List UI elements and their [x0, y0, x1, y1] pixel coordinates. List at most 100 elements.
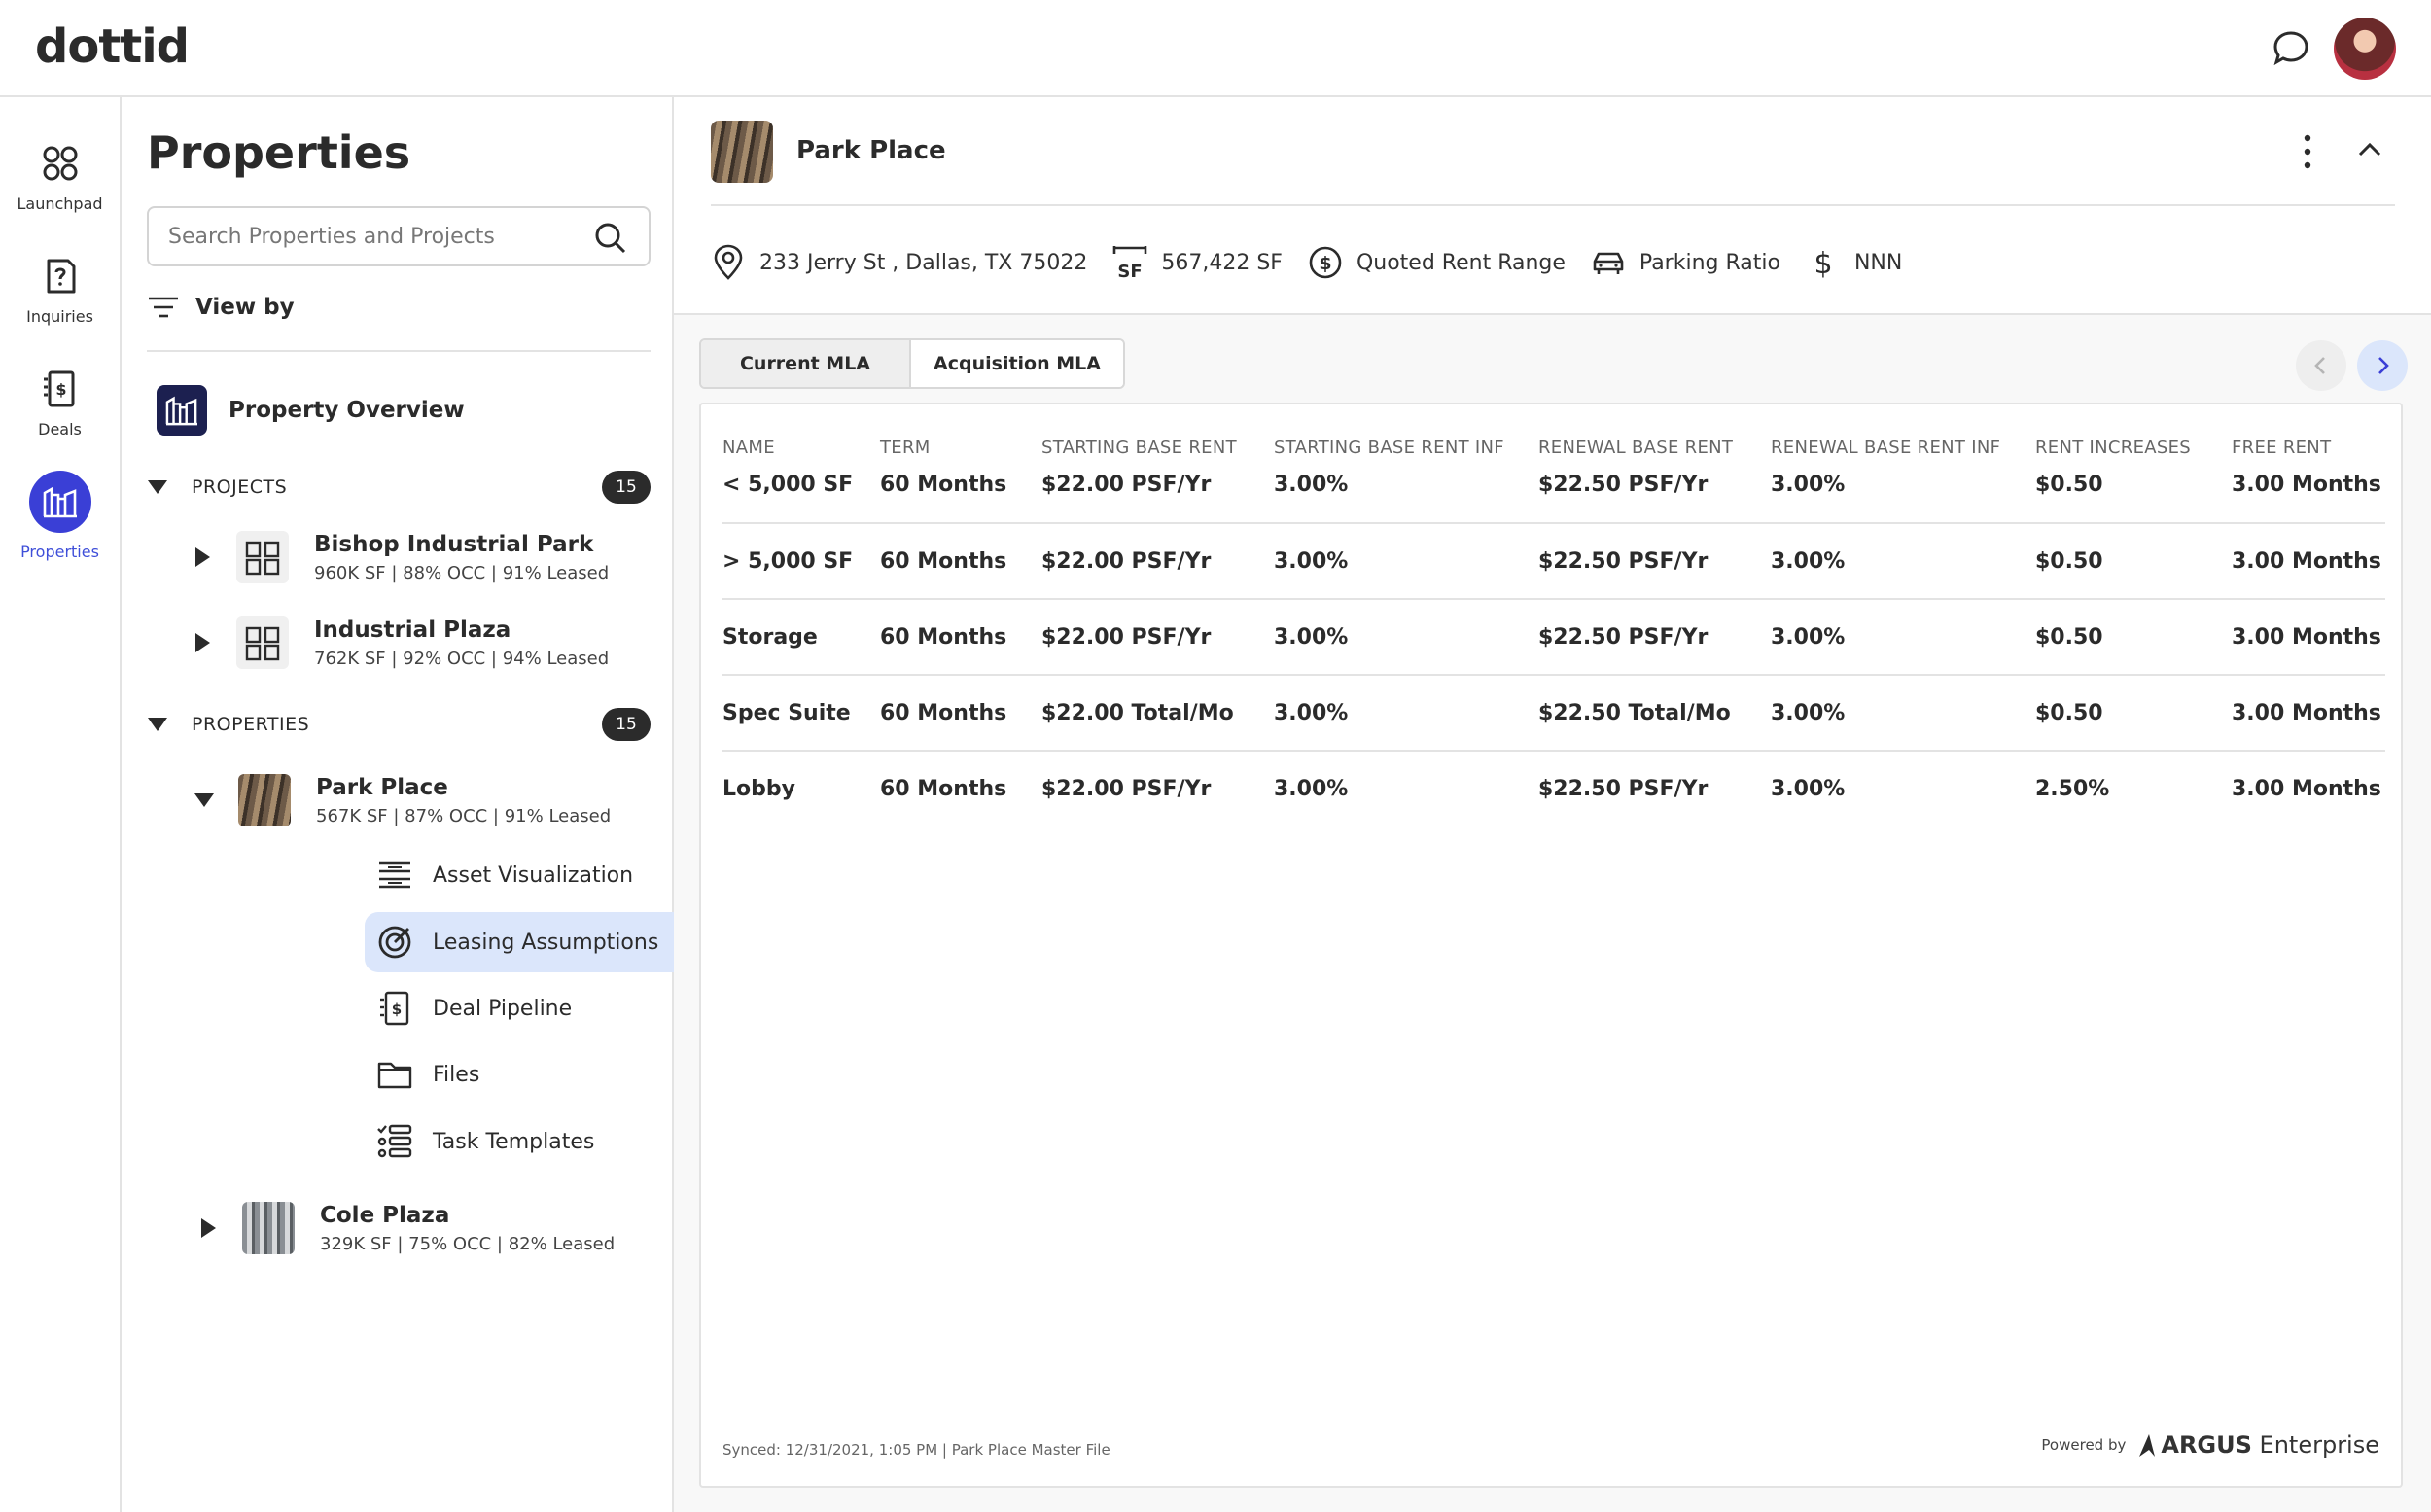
column-header[interactable]: STARTING BASE RENT	[1041, 426, 1274, 469]
table-cell: Spec Suite	[722, 675, 880, 752]
project-industrial-plaza[interactable]: Industrial Plaza 762K SF | 92% OCC | 94%…	[194, 616, 609, 669]
table-cell: 3.00%	[1771, 599, 2035, 676]
project-name: Bishop Industrial Park	[314, 531, 594, 557]
table-row[interactable]: > 5,000 SF 60 Months $22.00 PSF/Yr 3.00%…	[722, 523, 2385, 600]
tab-current-mla[interactable]: Current MLA	[701, 340, 911, 387]
rent-range-text: Quoted Rent Range	[1356, 250, 1566, 275]
checklist-icon	[377, 1124, 412, 1158]
nav-label: Deal Pipeline	[433, 996, 573, 1021]
property-meta: 329K SF | 75% OCC | 82% Leased	[320, 1233, 616, 1254]
dollar-doc-icon: $	[43, 370, 74, 407]
parking-ratio-item: Parking Ratio	[1591, 244, 1780, 281]
property-title: Park Place	[796, 136, 946, 165]
table-cell: 2.50%	[2035, 777, 2110, 801]
table-cell: $0.50	[2035, 599, 2232, 676]
chevron-up-icon[interactable]	[2352, 132, 2387, 167]
table-cell: 3.00%	[1274, 469, 1538, 524]
square-footage-item: SF 567,422 SF	[1112, 244, 1283, 281]
table-cell: 3.00 Months	[2232, 675, 2385, 752]
table-header-row: NAME TERM STARTING BASE RENT STARTING BA…	[722, 426, 2385, 469]
square-footage-icon: SF	[1113, 246, 1147, 281]
table-cell: 60 Months	[880, 777, 1007, 801]
target-icon	[378, 926, 411, 959]
column-header[interactable]: RENEWAL BASE RENT INF	[1771, 426, 2035, 469]
property-cole-plaza[interactable]: Cole Plaza 329K SF | 75% OCC | 82% Lease…	[199, 1202, 615, 1254]
rent-range-item: $ Quoted Rent Range	[1308, 244, 1566, 281]
column-header[interactable]: NAME	[722, 426, 880, 469]
property-park-place[interactable]: Park Place 567K SF | 87% OCC | 91% Lease…	[194, 774, 611, 826]
column-header[interactable]: FREE RENT	[2232, 426, 2385, 469]
table-cell: 60 Months	[880, 675, 1041, 752]
property-thumbnail	[242, 1202, 295, 1254]
table-row[interactable]: Storage 60 Months $22.00 PSF/Yr 3.00% $2…	[722, 599, 2385, 676]
dollar-doc-icon: $	[380, 991, 409, 1026]
table-cell: 3.00%	[1771, 675, 2035, 752]
address-text: 233 Jerry St , Dallas, TX 75022	[759, 250, 1088, 275]
square-footage-text: 567,422 SF	[1161, 250, 1283, 275]
powered-by: Powered by ARGUS Enterprise	[2041, 1431, 2379, 1459]
tab-acquisition-mla[interactable]: Acquisition MLA	[911, 340, 1123, 387]
address-item: 233 Jerry St , Dallas, TX 75022	[711, 244, 1087, 281]
caret-down-icon[interactable]	[147, 478, 168, 496]
caret-right-icon[interactable]	[194, 546, 211, 568]
rail-label: Properties	[20, 543, 99, 561]
table-cell: $22.00 PSF/Yr	[1041, 599, 1274, 676]
table-cell: $22.50 Total/Mo	[1538, 675, 1771, 752]
nav-label: Task Templates	[433, 1129, 595, 1154]
table-cell: 3.00%	[1274, 675, 1538, 752]
table-cell: 60 Months	[880, 599, 1041, 676]
column-header[interactable]: STARTING BASE RENT INF	[1274, 426, 1538, 469]
projects-section-header[interactable]: PROJECTS 15	[147, 471, 651, 504]
property-overview-link[interactable]: Property Overview	[157, 385, 465, 436]
mla-tabs: Current MLA Acquisition MLA	[699, 338, 1125, 389]
table-cell: 3.00%	[1771, 777, 1846, 801]
lines-icon	[379, 861, 410, 889]
dollar-sign-icon: $	[1814, 247, 1832, 281]
search-input[interactable]	[168, 220, 577, 253]
folder-icon	[377, 1062, 412, 1089]
left-rail: Launchpad Inquiries $ Deals Properties	[0, 97, 122, 1512]
count-badge: 15	[602, 708, 651, 741]
caret-right-icon[interactable]	[194, 632, 211, 653]
properties-section-header[interactable]: PROPERTIES 15	[147, 708, 651, 741]
view-by-filter[interactable]: View by	[147, 288, 295, 327]
caret-down-icon[interactable]	[147, 716, 168, 733]
property-name: Cole Plaza	[320, 1202, 450, 1228]
leasing-assumptions-table: NAME TERM STARTING BASE RENT STARTING BA…	[722, 426, 2385, 826]
column-header[interactable]: TERM	[880, 426, 1041, 469]
table-cell: 60 Months	[880, 469, 1041, 524]
project-bishop-industrial-park[interactable]: Bishop Industrial Park 960K SF | 88% OCC…	[194, 531, 609, 583]
next-button[interactable]	[2357, 340, 2408, 391]
buildings-icon	[43, 486, 77, 518]
rail-item-properties[interactable]: Properties	[0, 471, 120, 561]
project-meta: 960K SF | 88% OCC | 91% Leased	[314, 562, 610, 583]
chat-bubble-icon[interactable]	[2272, 29, 2310, 68]
caret-down-icon[interactable]	[194, 791, 215, 809]
divider	[147, 350, 651, 352]
caret-right-icon[interactable]	[199, 1217, 217, 1239]
table-row[interactable]: Lobby 60 Months $22.00 PSF/Yr 3.00% $22.…	[722, 751, 2385, 826]
rail-label: Launchpad	[17, 194, 103, 213]
column-header[interactable]: RENT INCREASES	[2035, 426, 2232, 469]
table-row[interactable]: Spec Suite 60 Months $22.00 Total/Mo 3.0…	[722, 675, 2385, 752]
search-icon[interactable]	[594, 222, 627, 255]
app-logo[interactable]: dottid	[35, 19, 190, 74]
previous-button[interactable]	[2296, 340, 2346, 391]
location-pin-icon	[714, 244, 743, 280]
more-options-icon[interactable]	[2298, 130, 2317, 173]
svg-text:$: $	[1319, 253, 1331, 274]
table-row[interactable]: < 5,000 SF 60 Months $22.00 PSF/Yr 3.00%…	[722, 469, 2385, 524]
avatar[interactable]	[2334, 18, 2396, 80]
sidebar-title: Properties	[147, 126, 411, 179]
nav-label: Files	[433, 1062, 480, 1087]
svg-text:$: $	[392, 1001, 402, 1018]
argus-logo-icon	[2139, 1434, 2156, 1457]
section-title: PROPERTIES	[192, 714, 310, 735]
column-header[interactable]: RENEWAL BASE RENT	[1538, 426, 1771, 469]
rail-item-launchpad[interactable]: Launchpad	[0, 142, 120, 213]
rail-item-inquiries[interactable]: Inquiries	[0, 255, 120, 326]
search-box[interactable]	[147, 206, 651, 266]
rail-item-deals[interactable]: $ Deals	[0, 368, 120, 439]
table-cell: $22.50 PSF/Yr	[1538, 599, 1771, 676]
view-by-label: View by	[195, 295, 295, 320]
